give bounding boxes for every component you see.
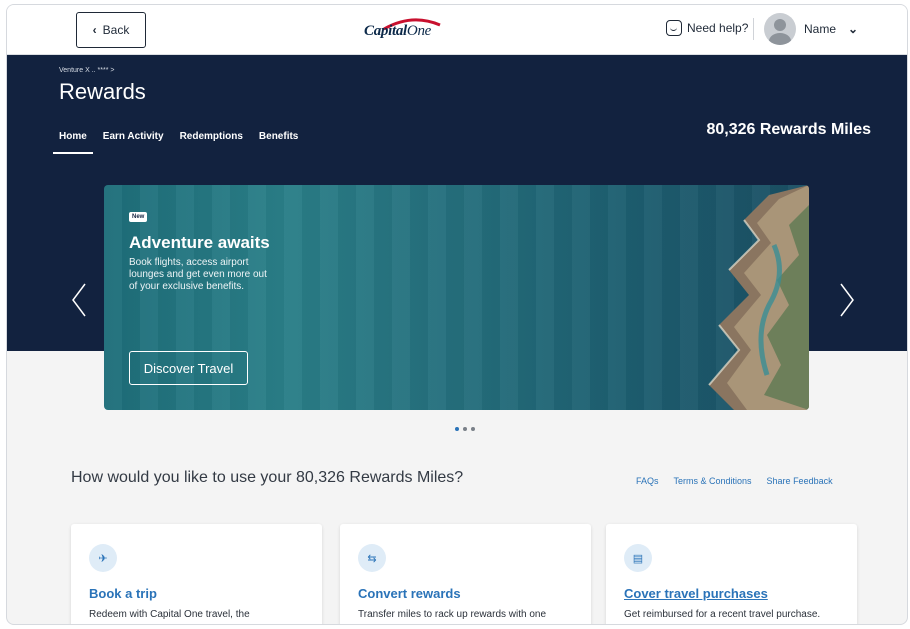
- tab-benefits[interactable]: Benefits: [259, 131, 298, 154]
- card-title[interactable]: Book a trip: [89, 586, 157, 601]
- back-button[interactable]: ‹ Back: [76, 12, 146, 48]
- user-name: Name: [804, 22, 837, 36]
- terms-link[interactable]: Terms & Conditions: [674, 476, 752, 486]
- avatar: [764, 13, 796, 45]
- book-trip-card[interactable]: ✈ Book a trip Redeem with Capital One tr…: [71, 524, 322, 624]
- carousel-prev-arrow-icon[interactable]: [67, 280, 91, 320]
- top-header: ‹ Back CapitalOne Need help? Name ⌄: [7, 5, 907, 55]
- back-label: Back: [102, 23, 130, 37]
- rewards-tabs: Home Earn Activity Redemptions Benefits: [53, 131, 298, 154]
- card-description: Redeem with Capital One travel, the: [89, 609, 250, 620]
- transfer-arrows-icon: ⇆: [358, 544, 386, 572]
- faqs-link[interactable]: FAQs: [636, 476, 659, 486]
- new-badge: New: [129, 212, 148, 222]
- chevron-left-icon: ‹: [92, 23, 97, 37]
- banner-title: Adventure awaits: [129, 233, 270, 252]
- chat-icon: [666, 20, 682, 36]
- breadcrumb[interactable]: Venture X .. **** >: [59, 67, 114, 74]
- capital-one-logo[interactable]: CapitalOne: [364, 17, 454, 43]
- logo-wordmark: CapitalOne: [364, 23, 432, 39]
- carousel-next-arrow-icon[interactable]: [835, 280, 859, 320]
- card-title[interactable]: Convert rewards: [358, 586, 461, 601]
- card-title[interactable]: Cover travel purchases: [624, 586, 768, 601]
- miles-balance: 80,326 Rewards Miles: [706, 121, 871, 138]
- need-help-label: Need help?: [687, 21, 749, 35]
- banner-description: Book flights, access airport lounges and…: [129, 257, 267, 292]
- page-title: Rewards: [59, 79, 146, 104]
- plane-icon: ✈: [89, 544, 117, 572]
- need-help-link[interactable]: Need help?: [666, 20, 748, 36]
- tab-redemptions[interactable]: Redemptions: [180, 131, 243, 154]
- tab-home[interactable]: Home: [53, 131, 93, 154]
- card-description: Transfer miles to rack up rewards with o…: [358, 609, 547, 620]
- receipt-icon: ▤: [624, 544, 652, 572]
- tab-earn-activity[interactable]: Earn Activity: [103, 131, 164, 154]
- share-feedback-link[interactable]: Share Feedback: [767, 476, 833, 486]
- carousel-pagination: [455, 427, 475, 431]
- carousel-dot-1[interactable]: [455, 427, 459, 431]
- promo-banner: New Adventure awaits Book flights, acces…: [104, 185, 809, 410]
- app-frame: ‹ Back CapitalOne Need help? Name ⌄ Vent…: [6, 4, 908, 625]
- help-links: FAQs Terms & Conditions Share Feedback: [636, 476, 833, 486]
- carousel-dot-2[interactable]: [463, 427, 467, 431]
- header-divider: [753, 18, 754, 40]
- discover-travel-button[interactable]: Discover Travel: [129, 351, 248, 385]
- carousel-dot-3[interactable]: [471, 427, 475, 431]
- convert-rewards-card[interactable]: ⇆ Convert rewards Transfer miles to rack…: [340, 524, 591, 624]
- coastline-image: [708, 185, 809, 410]
- chevron-down-icon: ⌄: [848, 22, 859, 36]
- card-description: Get reimbursed for a recent travel purch…: [624, 609, 821, 620]
- redeem-question-heading: How would you like to use your 80,326 Re…: [71, 469, 464, 486]
- cover-travel-purchases-card[interactable]: ▤ Cover travel purchases Get reimbursed …: [606, 524, 857, 624]
- user-menu[interactable]: Name ⌄: [764, 13, 858, 45]
